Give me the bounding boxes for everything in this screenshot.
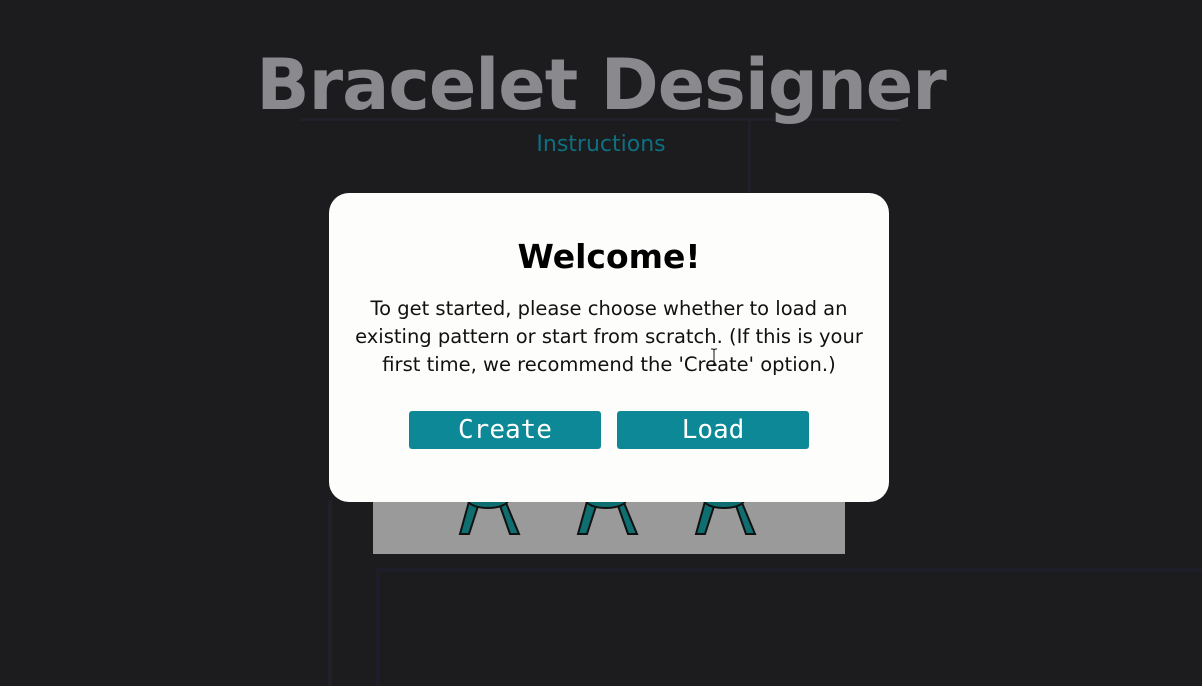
text-cursor-icon [711,348,717,366]
welcome-dialog: Welcome! To get started, please choose w… [329,193,889,502]
instructions-link[interactable]: Instructions [0,132,1202,157]
dialog-title: Welcome! [517,237,701,276]
editor-frame [376,568,1202,686]
page-title: Bracelet Designer [256,44,947,126]
background-divider [328,500,332,686]
dialog-message: To get started, please choose whether to… [355,297,863,376]
app-page: Bracelet Designer Instructions Welcome! … [0,0,1202,686]
load-button[interactable]: Load [617,411,809,449]
create-button[interactable]: Create [409,411,601,449]
